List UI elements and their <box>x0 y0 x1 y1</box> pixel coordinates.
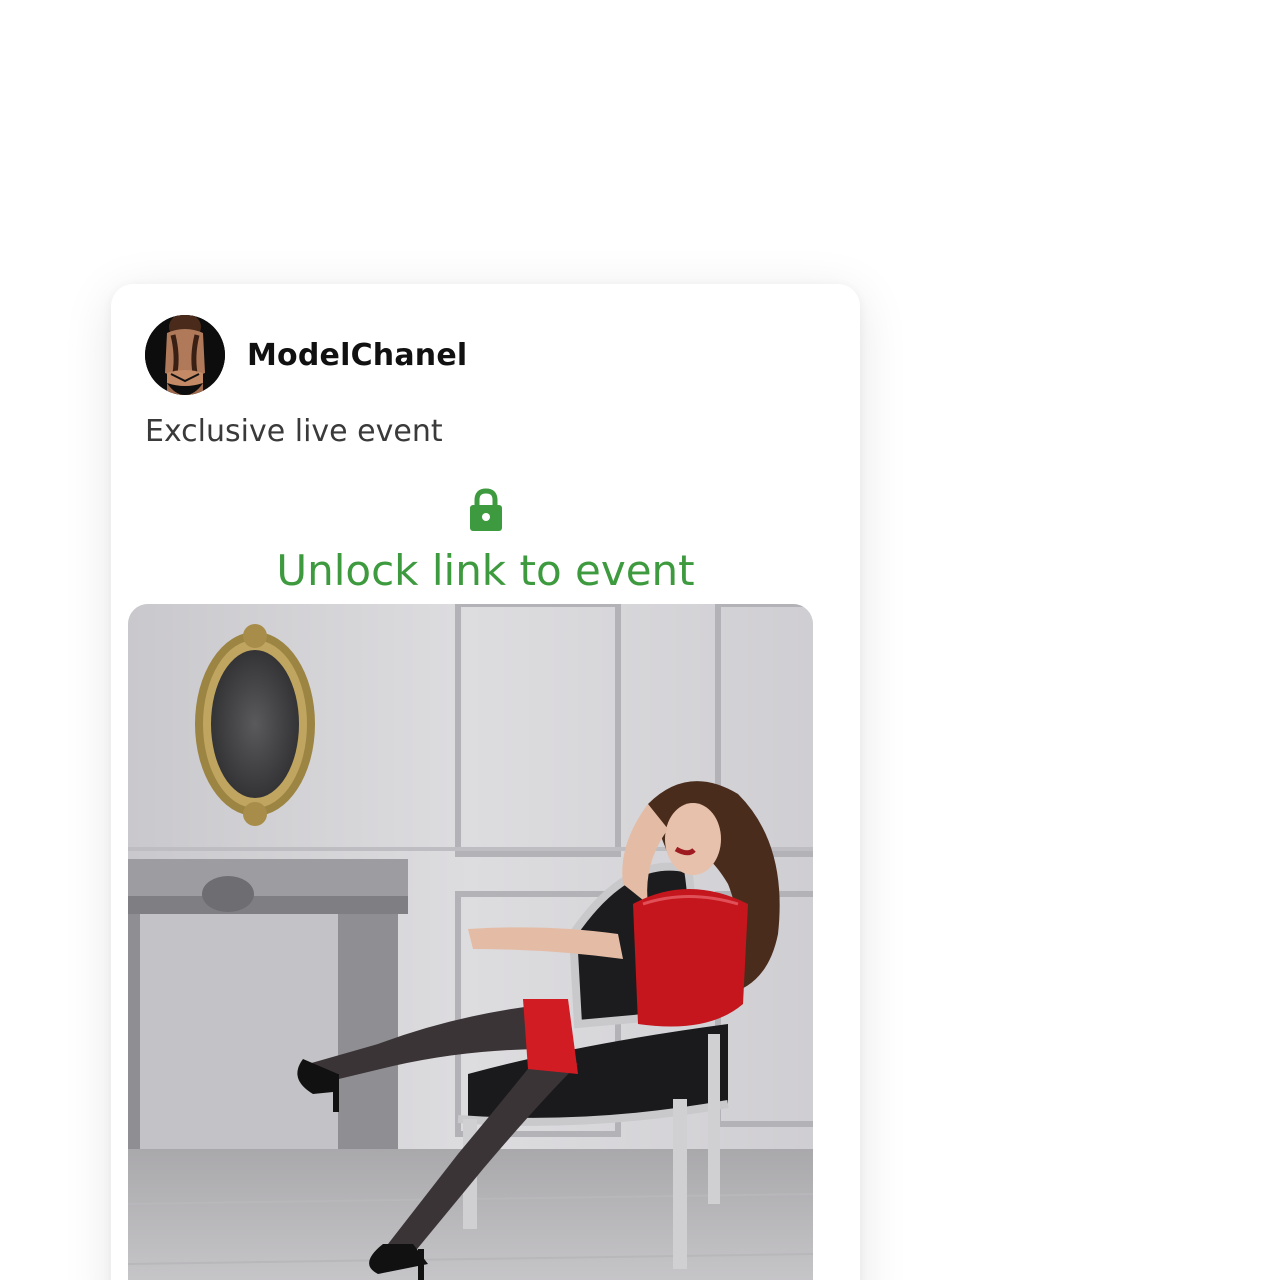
author-name[interactable]: ModelChanel <box>247 338 467 373</box>
page: ModelChanel Exclusive live event Unlock … <box>0 0 1280 1280</box>
unlock-link-button[interactable]: Unlock link to event <box>111 546 860 595</box>
lock-container <box>111 488 860 536</box>
post-photo[interactable] <box>128 604 813 1280</box>
lock-icon[interactable] <box>469 488 503 536</box>
author-avatar[interactable] <box>145 315 225 395</box>
post-caption: Exclusive live event <box>145 414 443 449</box>
post-header: ModelChanel <box>145 315 467 395</box>
post-card: ModelChanel Exclusive live event Unlock … <box>111 284 860 1280</box>
